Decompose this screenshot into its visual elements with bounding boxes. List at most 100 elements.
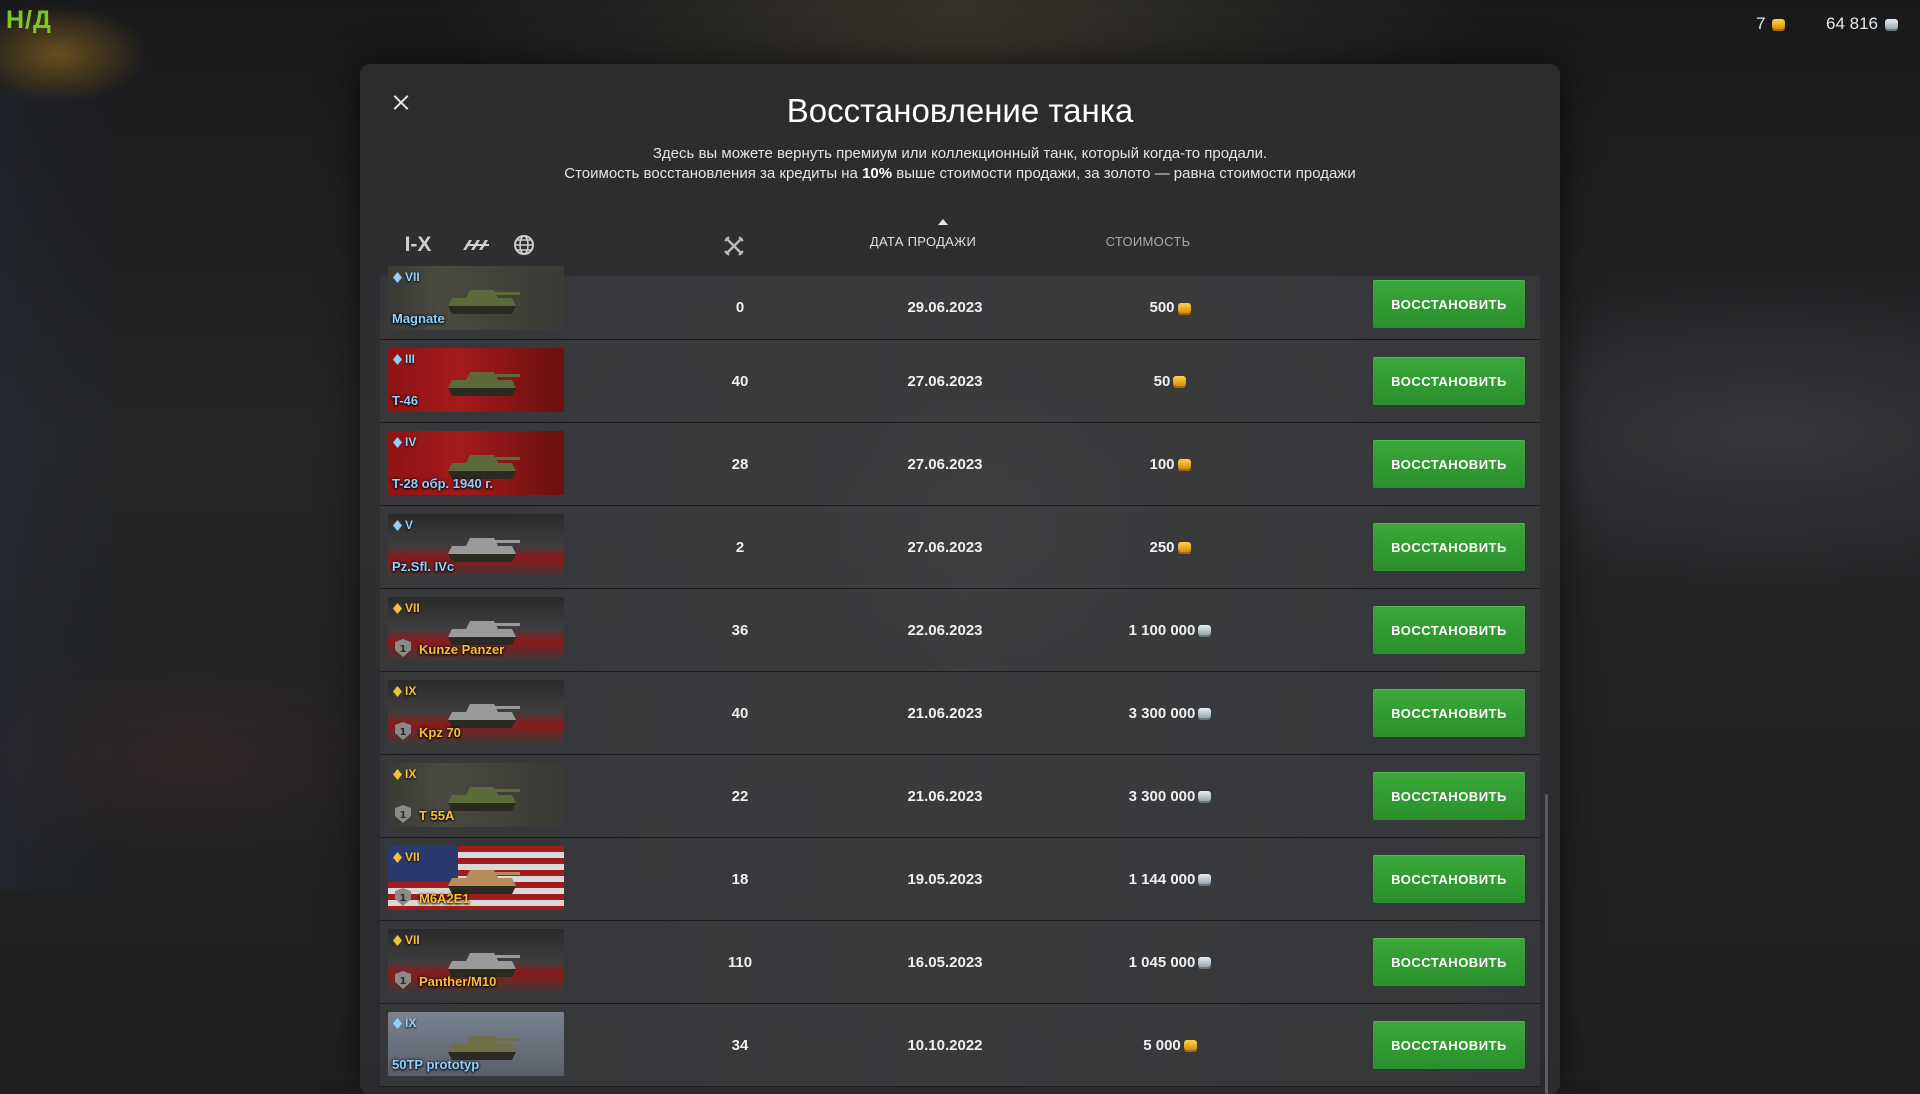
restore-cost: 3 300 000 xyxy=(1080,755,1260,837)
vehicle-class-icon xyxy=(393,519,402,531)
restore-cost: 1 045 000 xyxy=(1080,921,1260,1003)
restore-button[interactable]: ВОССТАНОВИТЬ xyxy=(1373,606,1525,654)
vehicle-class-icon xyxy=(393,768,402,780)
credits-coin-icon xyxy=(1198,708,1212,718)
tank-thumbnail: III T-46 xyxy=(388,348,564,412)
tank-row: VII 1 Panther/M10 110 16.05.2023 1 045 0… xyxy=(380,921,1540,1004)
tank-name: T-28 обр. 1940 г. xyxy=(392,476,494,491)
tier-label: IX xyxy=(393,1016,416,1030)
cost-value: 500 xyxy=(1149,299,1175,316)
restore-cost: 250 xyxy=(1080,506,1260,588)
restore-cost: 1 144 000 xyxy=(1080,838,1260,920)
description-text-end: выше стоимости продажи, за золото — равн… xyxy=(892,165,1356,182)
vehicle-class-icon xyxy=(393,436,402,448)
sort-ascending-icon xyxy=(938,219,948,225)
battles-count: 34 xyxy=(731,1036,749,1054)
restore-cost: 1 100 000 xyxy=(1080,589,1260,671)
gold-coin-icon xyxy=(1183,1040,1197,1050)
vehicle-class-icon xyxy=(393,851,402,863)
restore-button[interactable]: ВОССТАНОВИТЬ xyxy=(1373,689,1525,737)
tank-type-filter-button[interactable] xyxy=(460,230,494,260)
tank-name: Kpz 70 xyxy=(419,725,461,740)
battles-count: 0 xyxy=(735,299,745,316)
sold-tanks-list: VII Magnate 0 29.06.2023 500 ВОССТАНОВИТ… xyxy=(380,266,1540,1087)
vehicle-class-icon xyxy=(393,602,402,614)
sale-date-column-header[interactable]: ДАТА ПРОДАЖИ xyxy=(838,234,1008,249)
tier-label: III xyxy=(393,352,415,366)
sale-date: 29.06.2023 xyxy=(907,299,983,316)
dialog-description: Здесь вы можете вернуть премиум или колл… xyxy=(360,144,1560,184)
gold-balance: 7 xyxy=(1756,14,1786,34)
svg-text:1: 1 xyxy=(400,644,407,655)
battles-count: 18 xyxy=(731,870,749,888)
tank-row: IV T-28 обр. 1940 г. 28 27.06.2023 100 В… xyxy=(380,423,1540,506)
restore-button[interactable]: ВОССТАНОВИТЬ xyxy=(1373,855,1525,903)
tier-label: VII xyxy=(393,933,420,947)
vehicle-class-icon xyxy=(393,271,402,283)
cost-column-header[interactable]: СТОИМОСТЬ xyxy=(1078,234,1218,249)
tank-thumbnail: VII 1 Panther/M10 xyxy=(388,929,564,993)
sale-date: 27.06.2023 xyxy=(907,455,983,473)
restore-button[interactable]: ВОССТАНОВИТЬ xyxy=(1373,772,1525,820)
cost-value: 50 xyxy=(1153,372,1171,390)
credits-coin-icon xyxy=(1198,957,1212,967)
tier-filter-button[interactable]: I-X xyxy=(400,230,436,260)
battles-count: 40 xyxy=(731,372,749,390)
tier-value: VII xyxy=(405,850,420,864)
restore-button[interactable]: ВОССТАНОВИТЬ xyxy=(1373,280,1525,328)
gold-coin-icon xyxy=(1177,302,1191,313)
restore-button[interactable]: ВОССТАНОВИТЬ xyxy=(1373,1021,1525,1069)
tank-thumbnail: VII Magnate xyxy=(388,266,564,330)
battles-column-header[interactable] xyxy=(722,234,746,258)
vehicle-class-icon xyxy=(393,1017,402,1029)
list-scrollbar[interactable] xyxy=(1545,794,1548,1094)
tier-label: IX xyxy=(393,684,416,698)
restore-cost: 5 000 xyxy=(1080,1004,1260,1086)
tank-thumbnail: IX 1 Kpz 70 xyxy=(388,680,564,744)
tank-name: Panther/M10 xyxy=(419,974,497,989)
tank-thumbnail: VII 1 M6A2E1 xyxy=(388,846,564,910)
restore-cost: 500 xyxy=(1080,276,1260,339)
battles-count: 22 xyxy=(731,787,749,805)
restore-button[interactable]: ВОССТАНОВИТЬ xyxy=(1373,523,1525,571)
credits-coin-icon xyxy=(1198,791,1212,801)
restore-cost: 100 xyxy=(1080,423,1260,505)
description-text: Стоимость восстановления за кредиты на xyxy=(564,165,863,182)
mastery-badge-icon: 1 xyxy=(395,971,411,989)
battles-count: 110 xyxy=(727,953,753,971)
sale-date: 27.06.2023 xyxy=(907,372,983,390)
mastery-badge-icon: 1 xyxy=(395,722,411,740)
cost-value: 1 045 000 xyxy=(1128,953,1196,971)
battles-count: 40 xyxy=(731,704,749,722)
background-sidebar-blur xyxy=(0,90,110,890)
restore-button[interactable]: ВОССТАНОВИТЬ xyxy=(1373,440,1525,488)
svg-text:1: 1 xyxy=(400,976,407,987)
tank-row: IX 1 T 55A 22 21.06.2023 3 300 000 ВОССТ… xyxy=(380,755,1540,838)
battles-count: 28 xyxy=(731,455,749,473)
tier-label: IV xyxy=(393,435,416,449)
gold-amount: 7 xyxy=(1756,14,1766,33)
mastery-badge-icon: 1 xyxy=(395,805,411,823)
tank-type-icon xyxy=(463,240,489,250)
tank-row: VII 1 Kunze Panzer 36 22.06.2023 1 100 0… xyxy=(380,589,1540,672)
gold-coin-icon xyxy=(1772,19,1786,29)
tank-name: M6A2E1 xyxy=(419,891,470,906)
sale-date: 21.06.2023 xyxy=(907,787,983,805)
svg-text:1: 1 xyxy=(400,893,407,904)
sale-date: 16.05.2023 xyxy=(907,953,983,971)
restore-button[interactable]: ВОССТАНОВИТЬ xyxy=(1373,938,1525,986)
nation-filter-button[interactable] xyxy=(512,230,536,260)
tank-name: T 55A xyxy=(419,808,455,823)
credits-coin-icon xyxy=(1198,625,1212,635)
sale-date: 22.06.2023 xyxy=(907,621,983,639)
tank-thumbnail: IX 1 T 55A xyxy=(388,763,564,827)
tank-name: Kunze Panzer xyxy=(419,642,505,657)
tank-name: Pz.Sfl. IVc xyxy=(392,559,455,574)
tier-label: IX xyxy=(393,767,416,781)
restore-button[interactable]: ВОССТАНОВИТЬ xyxy=(1373,357,1525,405)
globe-icon xyxy=(514,235,534,255)
mastery-badge-icon: 1 xyxy=(395,639,411,657)
gold-coin-icon xyxy=(1177,459,1191,469)
sale-date: 27.06.2023 xyxy=(907,538,983,556)
tier-label: VII xyxy=(393,601,420,615)
